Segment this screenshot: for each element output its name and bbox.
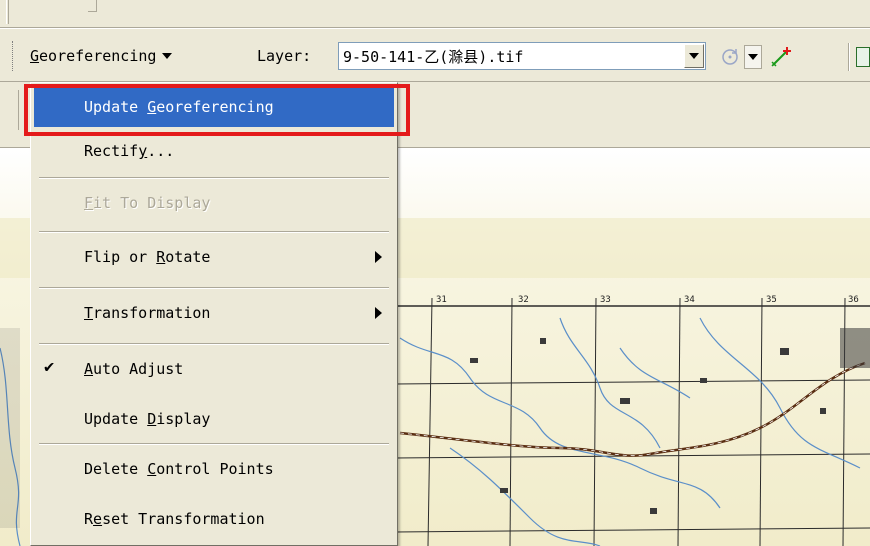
menu-item-label: Update Georeferencing bbox=[84, 98, 274, 116]
menu-item-label: Reset Transformation bbox=[84, 510, 265, 528]
menu-item-fit-to-display: Fit To Display bbox=[34, 183, 394, 223]
menu-item-label: Fit To Display bbox=[84, 194, 211, 212]
map-grid-label: 32 bbox=[518, 295, 529, 305]
chevron-down-icon bbox=[162, 53, 173, 59]
rotate-tool-button[interactable] bbox=[718, 45, 742, 69]
menu-item-label: Rectify... bbox=[84, 142, 175, 160]
top-toolbar-strip bbox=[0, 0, 870, 28]
chevron-down-icon bbox=[748, 54, 758, 60]
georeferencing-toolbar: Georeferencing Layer: 9-50-141-乙(滁县).tif bbox=[0, 28, 870, 82]
add-control-points-icon bbox=[771, 47, 791, 67]
rotate-dropdown-button[interactable] bbox=[744, 45, 762, 69]
menu-item-label: Auto Adjust bbox=[84, 360, 184, 378]
toolbar-grip[interactable] bbox=[18, 90, 21, 130]
layer-select[interactable]: 9-50-141-乙(滁县).tif bbox=[338, 42, 706, 70]
georeferencing-label-rest: eoreferencing bbox=[39, 47, 157, 65]
toolbar-grip[interactable] bbox=[6, 0, 9, 24]
menu-separator bbox=[39, 177, 389, 179]
georeferencing-label: Georeferencing bbox=[30, 47, 156, 65]
menu-item-label: Transformation bbox=[84, 304, 211, 322]
add-control-points-button[interactable] bbox=[768, 44, 794, 70]
submenu-arrow-icon bbox=[375, 307, 382, 319]
toolbar-notch bbox=[88, 0, 97, 12]
toolbar-grip[interactable] bbox=[12, 41, 16, 71]
menu-separator bbox=[39, 231, 389, 233]
menu-separator bbox=[39, 443, 389, 445]
map-grid-label: 34 bbox=[684, 295, 695, 305]
georeferencing-label-mnemonic: G bbox=[30, 47, 40, 65]
layer-select-value: 9-50-141-乙(滁县).tif bbox=[343, 47, 524, 66]
rotate-icon bbox=[722, 49, 738, 65]
menu-item-auto-adjust[interactable]: ✔ Auto Adjust bbox=[34, 349, 394, 389]
menu-item-transformation[interactable]: Transformation bbox=[34, 293, 394, 333]
menu-item-label: Delete Control Points bbox=[84, 460, 274, 478]
map-grid-label: 31 bbox=[436, 295, 447, 305]
layer-dropdown-button[interactable] bbox=[684, 44, 704, 68]
georeferencing-menu-button[interactable]: Georeferencing bbox=[30, 43, 173, 69]
menu-item-label: Update Display bbox=[84, 410, 211, 428]
menu-separator bbox=[39, 343, 389, 345]
map-grid-label: 35 bbox=[766, 295, 777, 305]
menu-item-update-display[interactable]: Update Display bbox=[34, 399, 394, 439]
menu-item-delete-control-points[interactable]: Delete Control Points bbox=[34, 449, 394, 489]
menu-separator bbox=[39, 287, 389, 289]
submenu-arrow-icon bbox=[375, 251, 382, 263]
layer-label: Layer: bbox=[257, 47, 312, 65]
map-grid-label: 33 bbox=[600, 295, 611, 305]
checkmark-icon: ✔ bbox=[44, 357, 55, 377]
chevron-down-icon bbox=[689, 53, 699, 59]
menu-item-reset-transformation[interactable]: Reset Transformation bbox=[34, 499, 394, 539]
menu-item-rectify[interactable]: Rectify... bbox=[34, 131, 394, 171]
georeferencing-dropdown-menu: Update Georeferencing Rectify... Fit To … bbox=[30, 82, 398, 546]
map-grid-label: 36 bbox=[848, 295, 859, 305]
link-table-button[interactable] bbox=[856, 47, 870, 67]
menu-item-label: Flip or Rotate bbox=[84, 248, 211, 266]
menu-item-flip-or-rotate[interactable]: Flip or Rotate bbox=[34, 237, 394, 277]
menu-item-update-georeferencing[interactable]: Update Georeferencing bbox=[34, 87, 394, 127]
toolbar-separator bbox=[848, 43, 850, 71]
